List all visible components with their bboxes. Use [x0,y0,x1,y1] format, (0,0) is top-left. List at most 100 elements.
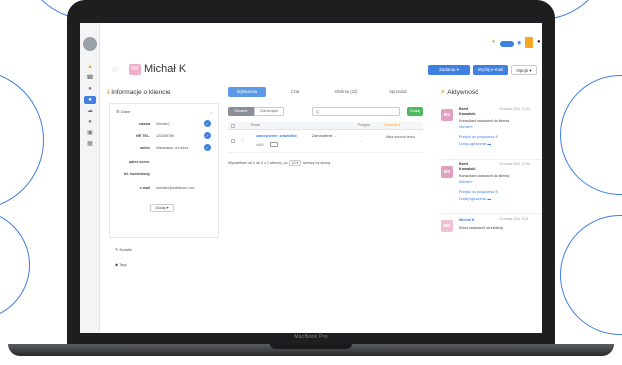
activity-ticket-label: Dodaj zgłoszenie [459,197,487,201]
sidebar-phone-icon[interactable]: ☎ [84,74,96,82]
tagi-section[interactable]: ◆ Tagi [115,262,126,267]
ticket-search-input[interactable]: Q [312,107,400,116]
favorite-star-icon[interactable]: ☆ [111,64,119,75]
add-ticket-button[interactable]: Dodaj [407,107,423,116]
verified-icon: ✓ [204,132,211,139]
tab-infolinia[interactable]: Infolinia (22) [324,87,368,97]
col-temat[interactable]: Temat [250,123,260,127]
col-przypis[interactable]: Przypis. [358,123,371,127]
decorative-circle [0,210,30,320]
tab-sprzedaz[interactable]: Sprzedaż [378,87,418,97]
ticket-icon: ▬ [487,197,491,201]
topbar: ♦ ◉ ● DW [100,23,542,57]
chevron-down-icon[interactable]: ⌄ [210,109,213,114]
phone-icon: ✆ [495,135,499,139]
activity-call-link[interactable]: Przejdź do połączenia ✆ [459,190,498,194]
activity-client-link[interactable]: Michał K [459,180,473,184]
field-label: nazwa [139,122,150,126]
headset-icon[interactable]: ◉ [517,40,521,46]
tab-zgloszenia[interactable]: Zgłoszenia [228,87,266,97]
laptop-notch [270,344,352,349]
activity-client-link[interactable]: Michał K [459,125,473,129]
dane-section-header[interactable]: ☰ Dane [116,109,130,114]
send-email-label: Wyślij e-mail [477,67,504,72]
row-title-link[interactable]: zamówienie: zdarkdirb [256,134,297,138]
activity-author: Brett Kowalski [459,107,476,116]
zadania-button[interactable]: Zadania ▾ [428,65,470,75]
notatki-section[interactable]: ✎ Notatki [115,247,132,252]
sidebar-people-icon[interactable]: ● [84,118,96,126]
search-icon: Q [316,109,320,114]
sidebar-cloud-icon[interactable]: ☁ [84,107,96,115]
col-ostatnia-label: Ostatnia [384,123,398,127]
ticket-table-header: Temat Przypis. Ostatnia ▾ [228,122,423,130]
activity-date: 15 marca 2021, 10:30 [499,162,531,166]
activity-avatar: MK [441,220,453,232]
activity-call-label: Przejdź do połączenia [459,190,495,194]
activity-call-link[interactable]: Przejdź do połączenia ✆ [459,135,498,139]
tab-czat[interactable]: Czat [276,87,314,97]
activity-ticket-link[interactable]: Dodaj zgłoszenie ▬ [459,197,491,201]
sidebar-chat-icon[interactable]: ● [84,85,96,93]
activity-avatar: BS [441,166,453,178]
field-label: tel. komórkowy [123,172,150,176]
field-value: Michał K [156,122,170,126]
filter-closed-button[interactable]: Zamknięte [254,107,284,116]
status-toggle[interactable] [500,41,514,47]
row-assignee-icon: – [360,138,363,143]
activity-text: Konsultant zadzwonił do klienta [459,119,510,123]
activity-author[interactable]: Michał K [459,218,475,222]
activity-heading: ☀ Aktywność [440,88,478,96]
phone-icon: ✆ [495,190,499,194]
field-value: michał.k@edetsoa.c om [156,186,195,190]
ticket-icon: ▬ [487,142,491,146]
field-value: Warszawa, ul Leśna [156,146,189,150]
activity-ticket-link[interactable]: Dodaj zgłoszenie ▬ [459,142,491,146]
per-page-select[interactable]: 10 ▾ [288,160,302,166]
per-page-value: 10 [291,161,296,165]
field-label: e-mail [139,186,150,190]
dodaj-field-label: Dodaj [155,206,166,210]
row-star-icon[interactable]: ☆ [240,137,245,144]
table-row[interactable]: ☆ zamówienie: zdarkdirb Zamówienie ... 4… [228,131,423,153]
device-label: MacBook Pro [294,334,328,340]
client-info-card: ☰ Dane ⌄ nazwa Michał K ✓ NR TEL. 123456… [109,103,219,238]
list-icon: ☰ [116,109,120,114]
col-ostatnia[interactable]: Ostatnia ▾ [384,123,400,127]
client-avatar: MK [129,64,141,75]
activity-item: BS Brett Kowalski 15 marca 2021, 10:30 K… [439,159,541,211]
page-title: Michał K [144,63,187,75]
activity-item: BS Brett Kowalski 15 marca 2021, 10:32 K… [439,105,541,157]
sidebar-grid-icon[interactable]: ▣ [84,129,96,137]
bell-icon[interactable]: ♦ [492,39,495,45]
notatki-label: Notatki [119,247,132,252]
decorative-circle [0,70,44,210]
sidebar: ▲ ☎ ● ● ☁ ● ▣ ▦ [80,23,100,333]
row-checkbox[interactable] [231,139,235,143]
verified-icon: ✓ [204,120,211,127]
send-email-button[interactable]: Wyślij e-mail [473,65,508,75]
activity-text: Konsultant zadzwonił do klienta [459,174,510,178]
select-all-checkbox[interactable] [231,124,235,128]
filter-open-button[interactable]: Otwarte [228,107,254,116]
sidebar-user-icon[interactable]: ● [84,96,96,104]
pagination-tail: wierszy na stronę [302,161,331,165]
activity-icon: ☀ [440,89,446,96]
phone-status-icon[interactable] [525,37,533,48]
options-button[interactable]: Opcje ▾ [511,65,537,75]
field-label: NR TEL. [136,134,150,138]
notification-icon[interactable]: ● [537,39,541,45]
dodaj-field-button[interactable]: Dodaj ▾ [150,204,174,212]
sidebar-calendar-icon[interactable]: ▦ [84,140,96,148]
activity-author: Brett Kowalski [459,162,476,171]
options-label: Opcje [516,68,529,73]
activity-date: 15 marca 2021, 10:32 [499,107,531,111]
activity-date: 15 marca 2021, 8:21 [499,217,529,221]
row-time: kilka sekund temu [386,135,415,139]
field-label: adres kores. [128,160,150,164]
sidebar-flag-icon[interactable]: ▲ [84,63,96,71]
pagination-text: Wyświetlam od 0 do 0 z 1 wierszy, po [228,161,288,165]
activity-heading-text: Aktywność [447,89,479,96]
pencil-icon: ✎ [115,247,119,252]
activity-ticket-label: Dodaj zgłoszenie [459,142,487,146]
